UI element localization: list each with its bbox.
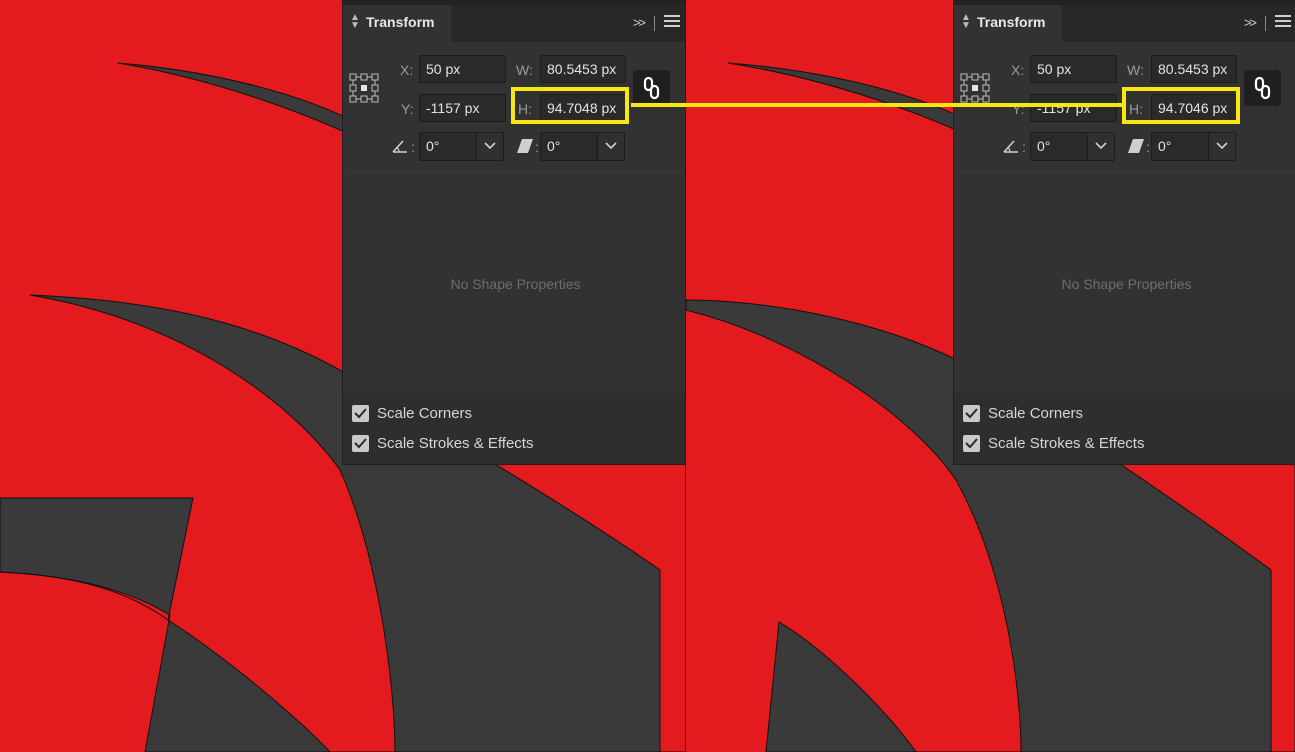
divider <box>348 172 683 173</box>
reference-point-icon[interactable] <box>349 73 379 103</box>
highlight-connector-line <box>631 103 1122 107</box>
shear-icon <box>1128 139 1144 153</box>
scale-corners-label: Scale Corners <box>988 405 1084 422</box>
canvas-left: ▲ ▼ Transform >> X: 50 px W: 80.5453 px Y… <box>0 0 686 752</box>
reference-point-icon[interactable] <box>960 73 990 103</box>
double-chevron-right-icon[interactable]: >> <box>633 15 646 30</box>
scale-corners-checkbox[interactable] <box>963 405 980 422</box>
header-separator <box>1265 16 1266 31</box>
x-field[interactable]: 50 px <box>419 55 506 83</box>
w-label: W: <box>516 62 533 78</box>
constrain-proportions-button[interactable] <box>633 70 670 106</box>
shear-angle-value: 0° <box>547 138 561 154</box>
canvas-right: ▲ ▼ Transform >> X: 50 px W: 80.5453 px Y… <box>686 0 1295 752</box>
height-highlight-box <box>1122 87 1240 124</box>
double-chevron-right-icon[interactable]: >> <box>1244 15 1257 30</box>
constrain-proportions-button[interactable] <box>1244 70 1281 106</box>
shear-dropdown-button[interactable] <box>1208 133 1235 160</box>
width-field[interactable]: 80.5453 px <box>540 55 626 83</box>
scale-strokes-checkbox[interactable] <box>352 435 369 452</box>
transform-panel: ▲ ▼ Transform >> X: 50 px W: 80.5453 px Y… <box>953 0 1295 465</box>
scale-strokes-label: Scale Strokes & Effects <box>988 435 1145 452</box>
x-field[interactable]: 50 px <box>1030 55 1117 83</box>
checkmark-icon <box>965 408 978 419</box>
w-label: W: <box>1127 62 1144 78</box>
checkmark-icon <box>965 438 978 449</box>
scale-strokes-label: Scale Strokes & Effects <box>377 435 534 452</box>
rotate-dropdown-button[interactable] <box>1087 133 1114 160</box>
shear-dropdown-button[interactable] <box>597 133 624 160</box>
chevron-down-icon <box>1216 142 1228 150</box>
no-shape-properties-text: No Shape Properties <box>1061 276 1192 292</box>
transform-panel: ▲ ▼ Transform >> X: 50 px W: 80.5453 px Y… <box>342 0 686 465</box>
shear-icon <box>517 139 533 153</box>
y-field[interactable]: -1157 px <box>1030 94 1117 122</box>
up-down-arrows-icon: ▲ ▼ <box>961 12 971 31</box>
angle-icon <box>392 140 407 153</box>
y-field[interactable]: -1157 px <box>419 94 506 122</box>
scale-corners-checkbox[interactable] <box>352 405 369 422</box>
chevron-down-icon <box>1095 142 1107 150</box>
rotate-angle-value: 0° <box>1037 138 1051 154</box>
scale-options: Scale Corners Scale Strokes & Effects <box>343 393 686 464</box>
rotate-dropdown-button[interactable] <box>476 133 503 160</box>
panel-header: ▲ ▼ Transform >> <box>343 5 686 43</box>
x-label: X: <box>400 62 414 78</box>
hamburger-menu-icon[interactable] <box>1275 15 1291 30</box>
panel-header: ▲ ▼ Transform >> <box>954 5 1295 43</box>
angle-icon <box>1003 140 1018 153</box>
tab-transform[interactable]: ▲ ▼ Transform <box>343 5 451 43</box>
hamburger-menu-icon[interactable] <box>664 15 680 30</box>
panel-title: Transform <box>977 14 1046 30</box>
up-down-arrows-icon: ▲ ▼ <box>350 12 360 31</box>
chevron-down-icon <box>484 142 496 150</box>
header-separator <box>654 16 655 31</box>
link-icon <box>1254 76 1271 100</box>
no-shape-properties-text: No Shape Properties <box>450 276 581 292</box>
shear-angle-value: 0° <box>1158 138 1172 154</box>
tab-transform[interactable]: ▲ ▼ Transform <box>954 5 1062 43</box>
y-label: Y: <box>401 101 414 117</box>
scale-options: Scale Corners Scale Strokes & Effects <box>954 393 1295 464</box>
x-label: X: <box>1011 62 1025 78</box>
scale-corners-label: Scale Corners <box>377 405 473 422</box>
checkmark-icon <box>354 408 367 419</box>
chevron-down-icon <box>605 142 617 150</box>
width-field[interactable]: 80.5453 px <box>1151 55 1237 83</box>
scale-strokes-checkbox[interactable] <box>963 435 980 452</box>
rotate-angle-dropdown[interactable]: 0° <box>419 132 504 161</box>
divider <box>959 172 1294 173</box>
shear-angle-dropdown[interactable]: 0° <box>1151 132 1236 161</box>
height-highlight-box <box>511 87 629 124</box>
rotate-angle-dropdown[interactable]: 0° <box>1030 132 1115 161</box>
rotate-angle-value: 0° <box>426 138 440 154</box>
checkmark-icon <box>354 438 367 449</box>
panel-title: Transform <box>366 14 435 30</box>
link-icon <box>643 76 660 100</box>
shear-angle-dropdown[interactable]: 0° <box>540 132 625 161</box>
